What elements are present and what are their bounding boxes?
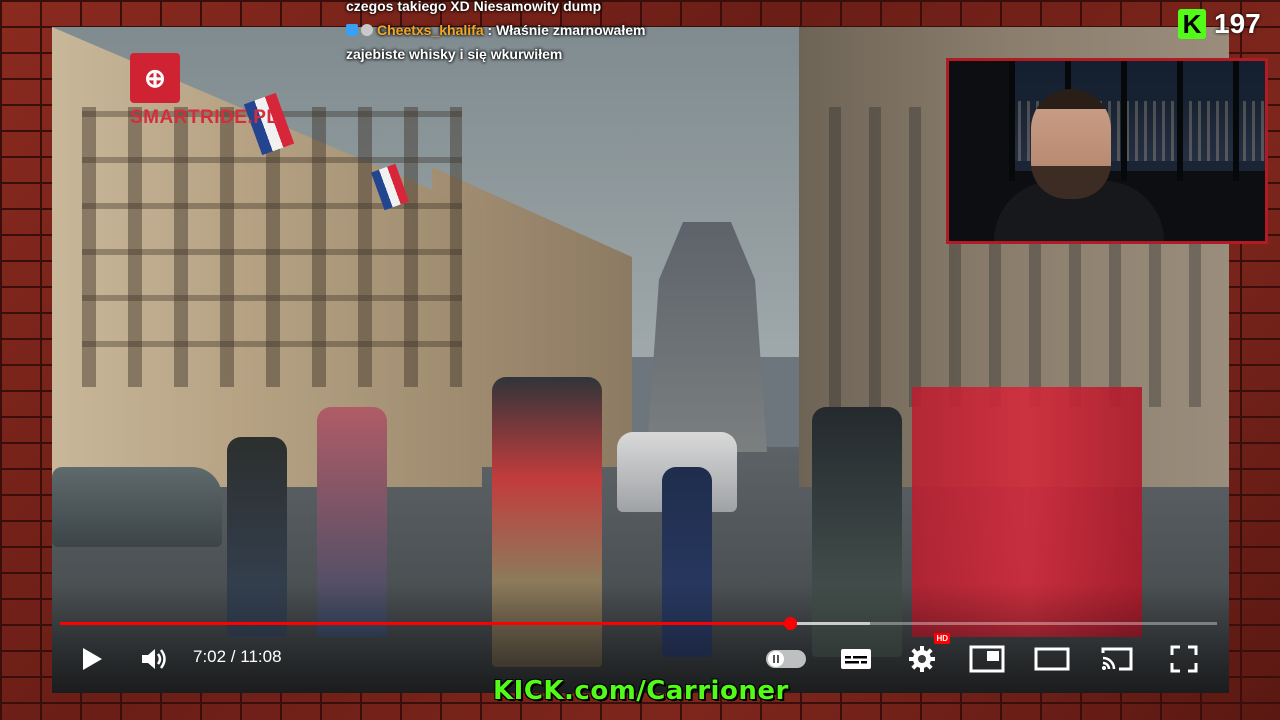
chat-overlay: czegos takiego XD Niesamowity dump Cheet… xyxy=(346,0,686,66)
fullscreen-icon xyxy=(1170,645,1198,673)
watermark-text: SMARTRIDE.PL xyxy=(130,107,279,128)
cast-icon xyxy=(1101,647,1133,671)
video-watermark: ⊕ SMARTRIDE.PL xyxy=(130,53,279,129)
fullscreen-button[interactable] xyxy=(1164,639,1204,679)
scene-car-left xyxy=(52,467,222,547)
channel-banner: KICK.com/Carrioner xyxy=(493,676,789,706)
subtitles-icon xyxy=(841,649,871,669)
autoplay-toggle[interactable] xyxy=(762,639,810,679)
smartride-logo: ⊕ xyxy=(130,53,180,103)
autoplay-track xyxy=(766,650,806,668)
time-display: 7:02 / 11:08 xyxy=(193,647,282,666)
gear-icon xyxy=(909,646,935,672)
chat-message-text-line2: zajebiste whisky i się wkurwiłem xyxy=(346,46,563,62)
chat-emote-icon xyxy=(361,24,373,36)
theater-icon xyxy=(1034,647,1070,671)
hd-badge: HD xyxy=(934,633,950,644)
miniplayer-button[interactable] xyxy=(967,639,1007,679)
kick-icon: K xyxy=(1178,9,1206,39)
streamer-webcam xyxy=(946,58,1268,244)
subtitles-button[interactable] xyxy=(836,639,876,679)
chat-message-text-line1: Właśnie zmarnowałem xyxy=(496,22,646,38)
viewer-count: K 197 xyxy=(1178,8,1261,40)
autoplay-knob xyxy=(768,651,784,667)
webcam-streamer-face xyxy=(1031,89,1111,199)
chat-message: Cheetxs_khalifa : Właśnie zmarnowałem xyxy=(346,18,686,42)
chat-badge-icon xyxy=(346,24,358,36)
volume-button[interactable] xyxy=(134,639,174,679)
settings-button[interactable]: HD xyxy=(902,633,950,679)
cast-button[interactable] xyxy=(1097,639,1137,679)
progress-bar[interactable] xyxy=(60,617,1217,630)
play-icon xyxy=(83,648,102,670)
miniplayer-icon xyxy=(969,645,1005,673)
chat-separator: : xyxy=(487,22,493,38)
scrubber-handle[interactable] xyxy=(784,617,798,630)
chat-message-previous: czegos takiego XD Niesamowity dump xyxy=(346,0,602,14)
progress-played xyxy=(60,622,791,625)
pause-icon xyxy=(773,655,779,663)
viewer-count-number: 197 xyxy=(1214,8,1261,39)
chat-username[interactable]: Cheetxs_khalifa xyxy=(377,22,484,38)
play-button[interactable] xyxy=(72,639,112,679)
theater-mode-button[interactable] xyxy=(1032,639,1072,679)
volume-icon xyxy=(142,649,166,669)
